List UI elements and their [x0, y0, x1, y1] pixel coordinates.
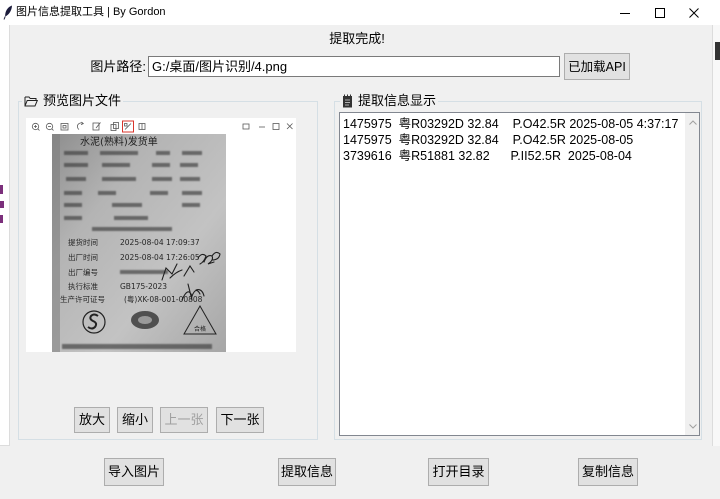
svg-text:GB175-2023: GB175-2023 — [120, 282, 167, 291]
background-window-edge-right — [712, 25, 720, 446]
results-scrollbar[interactable] — [685, 113, 699, 435]
zoom-in-button[interactable]: 放大 — [74, 407, 110, 433]
results-text-content[interactable]: 1475975 粤R03292D 32.84 P.O42.5R 2025-08-… — [340, 113, 685, 435]
folder-icon — [24, 96, 38, 107]
scroll-down-button[interactable] — [686, 419, 700, 433]
import-image-button[interactable]: 导入图片 — [104, 458, 164, 486]
svg-text:出厂编号: 出厂编号 — [68, 267, 98, 277]
scroll-up-button[interactable] — [686, 115, 700, 129]
close-icon — [689, 7, 699, 18]
chevron-up-icon — [689, 119, 697, 125]
result-line: 1475975 粤R03292D 32.84 P.O42.5R 2025-08-… — [343, 117, 679, 131]
window-title: 图片信息提取工具 | By Gordon — [16, 6, 166, 18]
results-group: 提取信息显示 1475975 粤R03292D 32.84 P.O42.5R 2… — [334, 93, 702, 440]
zoom-out-button[interactable]: 缩小 — [117, 407, 153, 433]
api-loaded-button[interactable]: 已加载API — [564, 53, 630, 80]
svg-text:出厂时间: 出厂时间 — [68, 252, 98, 262]
svg-text:执行标准: 执行标准 — [68, 281, 98, 291]
background-window-edge-left — [0, 25, 10, 446]
svg-text:2025-08-04 17:09:37: 2025-08-04 17:09:37 — [120, 238, 200, 247]
background-mark — [715, 42, 720, 60]
preview-group-title: 预览图片文件 — [43, 93, 122, 108]
maximize-button[interactable] — [642, 0, 678, 25]
result-line: 1475975 粤R03292D 32.84 P.O42.5R 2025-08-… — [343, 133, 634, 147]
chevron-down-icon — [689, 423, 697, 429]
brand-logo-middle — [131, 311, 159, 329]
copy-info-button[interactable]: 复制信息 — [578, 458, 638, 486]
prev-image-button[interactable]: 上一张 — [160, 407, 208, 433]
svg-text:合格: 合格 — [194, 325, 206, 333]
open-folder-button[interactable]: 打开目录 — [428, 458, 489, 486]
notepad-icon — [343, 94, 352, 108]
results-group-title: 提取信息显示 — [358, 93, 437, 108]
feather-icon — [3, 5, 12, 20]
svg-text:提货时间: 提货时间 — [68, 237, 98, 247]
image-path-label: 图片路径: — [90, 59, 146, 74]
result-line: 3739616 粤R51881 32.82 P.II52.5R 2025-08-… — [343, 149, 632, 163]
receipt-heading: 水泥(熟料)发货单 — [80, 135, 158, 148]
close-button[interactable] — [676, 0, 712, 25]
results-text-area[interactable]: 1475975 粤R03292D 32.84 P.O42.5R 2025-08-… — [339, 112, 700, 436]
image-path-input[interactable]: G:/桌面/图片识别/4.png — [148, 56, 560, 77]
minimize-button[interactable] — [607, 0, 643, 25]
minimize-icon — [620, 12, 630, 14]
maximize-icon — [655, 7, 665, 18]
svg-text:生产许可证号: 生产许可证号 — [60, 294, 105, 304]
title-bar[interactable]: 图片信息提取工具 | By Gordon — [0, 0, 720, 25]
preview-group-label: 预览图片文件 — [22, 93, 124, 109]
preview-image: 水泥(熟料)发货单 提货时间 2025-08-04 17:09:37 出厂时间 — [26, 118, 296, 352]
next-image-button[interactable]: 下一张 — [216, 407, 264, 433]
receipt-photo: 水泥(熟料)发货单 提货时间 2025-08-04 17:09:37 出厂时间 — [52, 134, 226, 352]
background-text-fragments — [0, 185, 4, 223]
image-preview[interactable]: 水泥(熟料)发货单 提货时间 2025-08-04 17:09:37 出厂时间 — [26, 118, 296, 352]
extract-info-button[interactable]: 提取信息 — [278, 458, 336, 486]
svg-text:2025-08-04 17:26:05: 2025-08-04 17:26:05 — [120, 253, 200, 262]
results-group-label: 提取信息显示 — [340, 93, 439, 109]
preview-group: 预览图片文件 水泥(熟料)发货单 提货时间 2025-08-04 17:09:3… — [18, 93, 318, 440]
status-label: 提取完成! — [329, 31, 385, 46]
